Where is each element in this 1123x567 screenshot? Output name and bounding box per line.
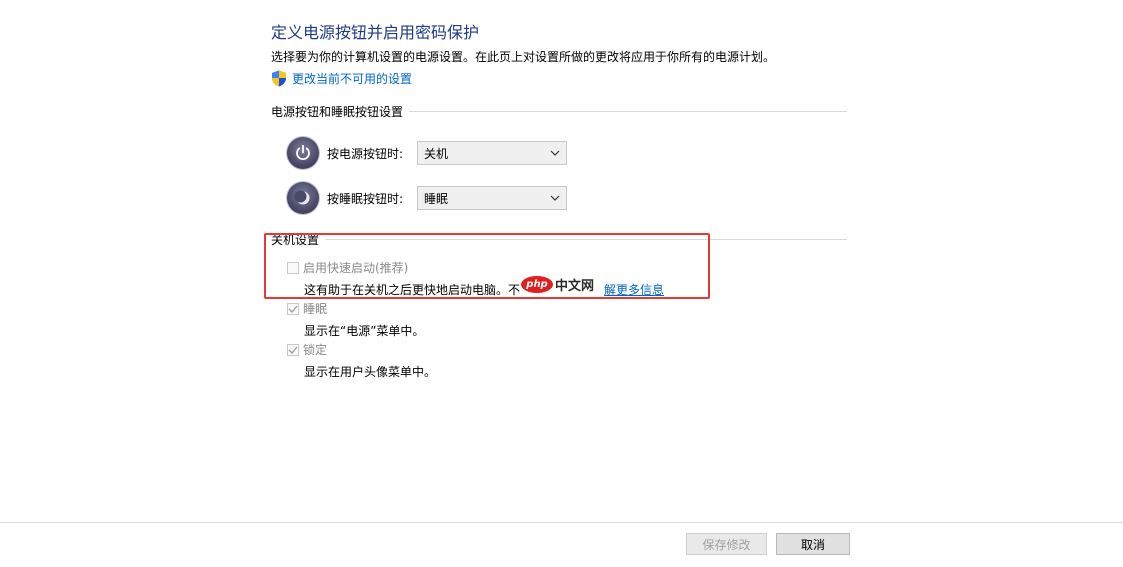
power-button-action-select[interactable]: 关机 [417,141,567,165]
power-icon [287,137,319,169]
sleep-button-action-select[interactable]: 睡眠 [417,186,567,210]
change-unavailable-settings-link[interactable]: 更改当前不可用的设置 [271,70,412,87]
lock-checkbox[interactable] [287,343,299,356]
lock-description: 显示在用户头像菜单中。 [304,365,437,379]
power-buttons-section-heading: 电源按钮和睡眠按钮设置 [271,103,847,120]
checkmark-icon [288,305,298,313]
power-options-page: 定义电源按钮并启用密码保护 选择要为你的计算机设置的电源设置。在此页上对设置所做… [0,0,1123,567]
moon-icon [287,182,319,214]
sleep-button-row: 按睡眠按钮时: 睡眠 [287,182,567,214]
php-logo: php [521,276,553,293]
site-watermark: php 中文网 [521,275,594,294]
sleep-option: 睡眠 显示在“电源”菜单中。 [287,300,424,339]
cancel-button[interactable]: 取消 [776,533,850,555]
sleep-button-action-value: 睡眠 [424,191,449,206]
power-button-row: 按电源按钮时: 关机 [287,137,567,169]
uac-shield-icon [271,70,287,87]
power-buttons-section-title: 电源按钮和睡眠按钮设置 [271,105,404,119]
footer-divider [0,522,1123,523]
page-subtitle: 选择要为你的计算机设置的电源设置。在此页上对设置所做的更改将应用于你所有的电源计… [271,50,776,64]
lock-option: 锁定 显示在用户头像菜单中。 [287,341,436,380]
power-button-label: 按电源按钮时: [327,146,404,161]
power-button-action-value: 关机 [424,146,449,161]
page-title: 定义电源按钮并启用密码保护 [271,23,480,42]
change-settings-link-label: 更改当前不可用的设置 [292,72,413,86]
chevron-down-icon [550,150,560,156]
chevron-down-icon [550,195,560,201]
save-changes-button[interactable]: 保存修改 [686,533,767,555]
red-highlight-box [264,233,710,299]
checkmark-icon [288,346,298,354]
section-divider [409,111,847,112]
sleep-description: 显示在“电源”菜单中。 [304,324,425,338]
lock-label: 锁定 [303,343,328,357]
sleep-button-label: 按睡眠按钮时: [327,191,404,206]
sleep-label: 睡眠 [303,302,328,316]
watermark-text: 中文网 [555,279,595,294]
sleep-checkbox[interactable] [287,302,299,315]
